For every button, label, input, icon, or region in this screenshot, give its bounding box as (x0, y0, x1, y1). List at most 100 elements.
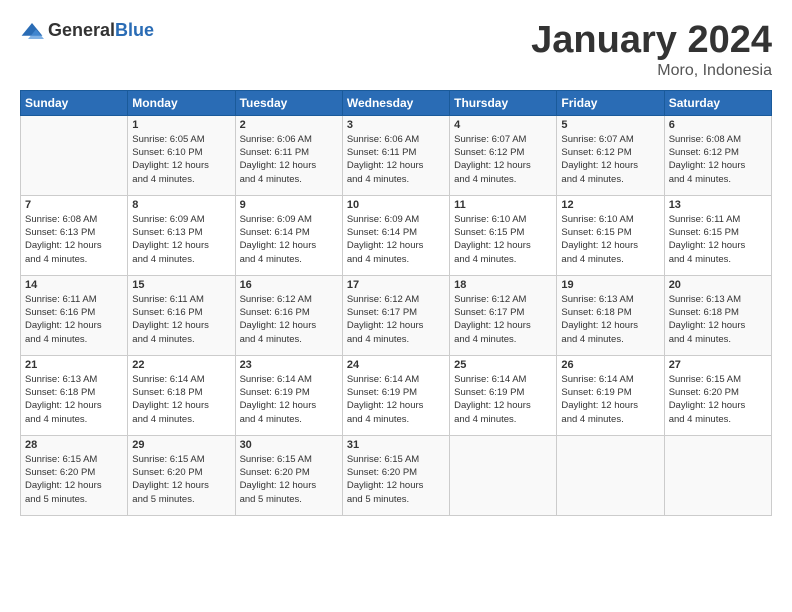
day-info-line: Daylight: 12 hours (132, 160, 209, 171)
day-info: Sunrise: 6:15 AMSunset: 6:20 PMDaylight:… (669, 373, 767, 426)
calendar-cell: 14Sunrise: 6:11 AMSunset: 6:16 PMDayligh… (21, 275, 128, 355)
calendar-cell: 5Sunrise: 6:07 AMSunset: 6:12 PMDaylight… (557, 115, 664, 195)
day-info-line: and 4 minutes. (669, 414, 731, 425)
day-info-line: Daylight: 12 hours (454, 400, 531, 411)
day-info-line: Daylight: 12 hours (25, 400, 102, 411)
day-number: 30 (240, 439, 338, 451)
day-info-line: and 4 minutes. (132, 414, 194, 425)
calendar-week-3: 14Sunrise: 6:11 AMSunset: 6:16 PMDayligh… (21, 275, 772, 355)
calendar-cell: 9Sunrise: 6:09 AMSunset: 6:14 PMDaylight… (235, 195, 342, 275)
day-number: 25 (454, 359, 552, 371)
day-info-line: and 5 minutes. (240, 494, 302, 505)
day-info-line: Daylight: 12 hours (25, 480, 102, 491)
day-info-line: and 4 minutes. (561, 414, 623, 425)
day-info: Sunrise: 6:12 AMSunset: 6:17 PMDaylight:… (454, 293, 552, 346)
header-row: Sunday Monday Tuesday Wednesday Thursday… (21, 90, 772, 115)
day-number: 22 (132, 359, 230, 371)
day-info-line: Sunset: 6:20 PM (240, 467, 310, 478)
day-info-line: Daylight: 12 hours (347, 160, 424, 171)
day-info-line: Daylight: 12 hours (561, 400, 638, 411)
calendar-cell: 28Sunrise: 6:15 AMSunset: 6:20 PMDayligh… (21, 435, 128, 515)
day-info-line: Sunset: 6:10 PM (132, 147, 202, 158)
day-info-line: and 4 minutes. (240, 254, 302, 265)
page: GeneralBlue January 2024 Moro, Indonesia… (0, 0, 792, 526)
day-info-line: Sunset: 6:16 PM (132, 307, 202, 318)
calendar-cell: 19Sunrise: 6:13 AMSunset: 6:18 PMDayligh… (557, 275, 664, 355)
day-info-line: and 4 minutes. (132, 334, 194, 345)
day-info-line: Sunrise: 6:11 AM (669, 214, 741, 225)
day-info-line: and 4 minutes. (132, 254, 194, 265)
day-info-line: and 4 minutes. (561, 174, 623, 185)
logo-blue: Blue (115, 20, 154, 40)
day-info-line: Sunset: 6:18 PM (132, 387, 202, 398)
calendar-week-5: 28 Sunrise: 6:15 AM Sunset: 6:20 PM Dayligh… (21, 435, 772, 515)
day-info: Sunrise: 6:08 AMSunset: 6:13 PMDaylight:… (25, 213, 123, 266)
day-info-line: Sunset: 6:16 PM (25, 307, 95, 318)
day-number: 12 (561, 199, 659, 211)
logo: GeneralBlue (20, 20, 154, 41)
day-info-line: Sunrise: 6:06 AM (240, 134, 312, 145)
title-block: January 2024 Moro, Indonesia (531, 20, 772, 80)
day-info-line: Sunrise: 6:09 AM (347, 214, 419, 225)
calendar-cell: 22Sunrise: 6:14 AMSunset: 6:18 PMDayligh… (128, 355, 235, 435)
day-info-line: and 4 minutes. (347, 254, 409, 265)
day-number: 13 (669, 199, 767, 211)
day-info-line: Sunrise: 6:08 AM (669, 134, 741, 145)
calendar-cell: 20Sunrise: 6:13 AMSunset: 6:18 PMDayligh… (664, 275, 771, 355)
day-info-line: and 4 minutes. (240, 414, 302, 425)
calendar-header: Sunday Monday Tuesday Wednesday Thursday… (21, 90, 772, 115)
day-info-line: Sunset: 6:18 PM (25, 387, 95, 398)
day-number: 20 (669, 279, 767, 291)
day-info-line: and 4 minutes. (347, 174, 409, 185)
day-info-line: Sunrise: 6:07 AM (454, 134, 526, 145)
day-info: Sunrise: 6:10 AMSunset: 6:15 PMDaylight:… (454, 213, 552, 266)
day-info: Sunrise: 6:11 AM Sunset: 6:16 PM Daylight:… (25, 293, 123, 346)
calendar-cell: 26Sunrise: 6:14 AMSunset: 6:19 PMDayligh… (557, 355, 664, 435)
logo-general: General (48, 20, 115, 40)
day-info-line: Daylight: 12 hours (347, 320, 424, 331)
day-info-line: Sunrise: 6:08 AM (25, 214, 97, 225)
day-number: 27 (669, 359, 767, 371)
day-info-line: Daylight: 12 hours (669, 320, 746, 331)
day-info-line: Sunset: 6:20 PM (669, 387, 739, 398)
day-info-line: Sunrise: 6:15 AM (669, 374, 741, 385)
day-info-line: Sunset: 6:19 PM (561, 387, 631, 398)
day-number: 10 (347, 199, 445, 211)
day-number: 28 (25, 439, 123, 451)
logo-icon (20, 21, 44, 41)
day-info-line: Sunrise: 6:13 AM (561, 294, 633, 305)
day-info-line: Sunset: 6:19 PM (454, 387, 524, 398)
col-tuesday: Tuesday (235, 90, 342, 115)
day-info-line: Sunrise: 6:11 AM (25, 294, 97, 305)
day-info-line: Sunrise: 6:14 AM (454, 374, 526, 385)
calendar-cell (557, 435, 664, 515)
calendar-week-4: 21Sunrise: 6:13 AMSunset: 6:18 PMDayligh… (21, 355, 772, 435)
day-info-line: Sunrise: 6:12 AM (347, 294, 419, 305)
day-info-line: and 4 minutes. (669, 254, 731, 265)
day-info-line: Daylight: 12 hours (25, 320, 102, 331)
day-number: 6 (669, 119, 767, 131)
calendar-cell (664, 435, 771, 515)
calendar-cell: 27Sunrise: 6:15 AMSunset: 6:20 PMDayligh… (664, 355, 771, 435)
day-info-line: and 4 minutes. (454, 334, 516, 345)
day-info-line: Daylight: 12 hours (132, 320, 209, 331)
day-info-line: Daylight: 12 hours (561, 320, 638, 331)
day-info-line: Sunrise: 6:15 AM (240, 454, 312, 465)
calendar-cell: 21Sunrise: 6:13 AMSunset: 6:18 PMDayligh… (21, 355, 128, 435)
day-info-line: and 4 minutes. (561, 254, 623, 265)
day-number: 19 (561, 279, 659, 291)
day-number: 26 (561, 359, 659, 371)
day-info: Sunrise: 6:12 AMSunset: 6:17 PMDaylight:… (347, 293, 445, 346)
day-info-line: Sunrise: 6:15 AM (132, 454, 204, 465)
day-info-line: Sunset: 6:11 PM (240, 147, 310, 158)
day-number: 2 (240, 119, 338, 131)
calendar-week-2: 7Sunrise: 6:08 AMSunset: 6:13 PMDaylight… (21, 195, 772, 275)
day-info-line: Sunset: 6:13 PM (132, 227, 202, 238)
day-info-line: Sunrise: 6:14 AM (132, 374, 204, 385)
day-info: Sunrise: 6:14 AMSunset: 6:19 PMDaylight:… (347, 373, 445, 426)
day-info-line: Daylight: 12 hours (240, 400, 317, 411)
calendar-table: Sunday Monday Tuesday Wednesday Thursday… (20, 90, 772, 516)
day-info-line: Daylight: 12 hours (454, 160, 531, 171)
day-number: 16 (240, 279, 338, 291)
day-info-line: Sunrise: 6:13 AM (25, 374, 97, 385)
